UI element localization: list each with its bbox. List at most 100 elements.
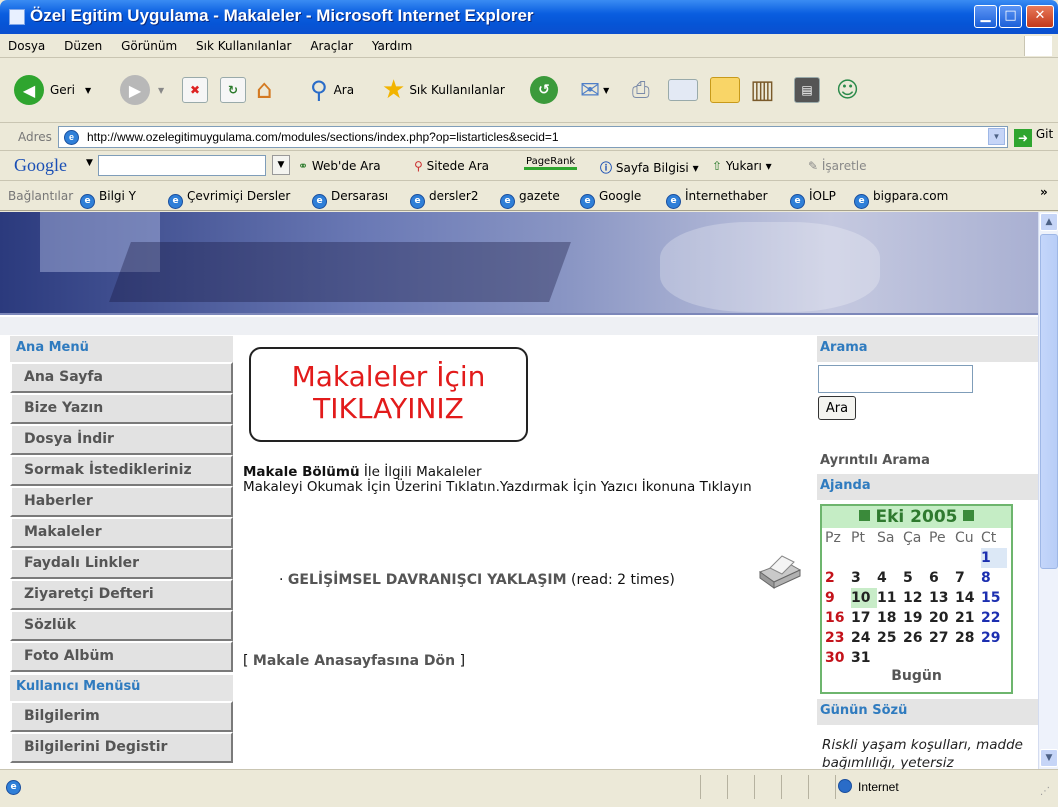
nav-sozluk[interactable]: Sözlük bbox=[10, 610, 233, 641]
calendar-day[interactable]: 20 bbox=[929, 608, 955, 628]
calendar-day[interactable]: 25 bbox=[877, 628, 903, 648]
menu-sik-kullanilanlar[interactable]: Sık Kullanılanlar bbox=[188, 34, 298, 53]
links-overflow-chevron-icon[interactable]: » bbox=[1040, 185, 1048, 199]
up-button[interactable]: ⇧ Yukarı ▾ bbox=[712, 159, 772, 173]
nav-haberler[interactable]: Haberler bbox=[10, 486, 233, 517]
favorites-button[interactable]: ★ Sık Kullanılanlar bbox=[382, 73, 505, 107]
calendar-day[interactable]: 12 bbox=[903, 588, 929, 608]
page-info-button[interactable]: ⓘ Sayfa Bilgisi ▾ bbox=[600, 159, 699, 176]
calendar-day[interactable]: 5 bbox=[903, 568, 929, 588]
calendar-day-today[interactable]: 10 bbox=[851, 588, 877, 608]
mail-button[interactable]: ✉ ▼ bbox=[580, 73, 609, 107]
close-button[interactable]: ✕ bbox=[1026, 5, 1054, 28]
search-web-button[interactable]: ⚭ Web'de Ara bbox=[298, 159, 381, 173]
site-search-button[interactable]: Ara bbox=[818, 396, 856, 420]
link-bigpara[interactable]: e bigpara.com bbox=[854, 189, 948, 209]
link-bilgi-y[interactable]: e Bilgi Y bbox=[80, 189, 136, 209]
calendar-day[interactable]: 28 bbox=[955, 628, 981, 648]
menu-yardim[interactable]: Yardım bbox=[364, 34, 419, 53]
link-internethaber[interactable]: e İnternethaber bbox=[666, 189, 768, 209]
stop-button[interactable]: ✖ bbox=[182, 73, 208, 107]
calendar-day[interactable]: 1 bbox=[981, 548, 1007, 568]
calendar-day[interactable]: 27 bbox=[929, 628, 955, 648]
link-iolp[interactable]: e İOLP bbox=[790, 189, 836, 209]
calendar-day[interactable]: 24 bbox=[851, 628, 877, 648]
google-search-input[interactable] bbox=[98, 155, 266, 176]
nav-foto-album[interactable]: Foto Albüm bbox=[10, 641, 233, 672]
back-button[interactable]: ◀ Geri ▼ bbox=[14, 73, 91, 107]
calendar-day[interactable]: 18 bbox=[877, 608, 903, 628]
calendar-day[interactable]: 23 bbox=[825, 628, 851, 648]
calendar-day[interactable]: 17 bbox=[851, 608, 877, 628]
link-google[interactable]: e Google bbox=[580, 189, 641, 209]
nav-dosya-indir[interactable]: Dosya İndir bbox=[10, 424, 233, 455]
go-button[interactable]: ➜ Git bbox=[1014, 127, 1053, 147]
nav-faydali-linkler[interactable]: Faydalı Linkler bbox=[10, 548, 233, 579]
scroll-thumb[interactable] bbox=[1040, 234, 1058, 569]
calendar-day[interactable]: 2 bbox=[825, 568, 851, 588]
nav-bilgilerim[interactable]: Bilgilerim bbox=[10, 701, 233, 732]
calendar-day[interactable]: 3 bbox=[851, 568, 877, 588]
nav-sormak-istedikleriniz[interactable]: Sormak İstedikleriniz bbox=[10, 455, 233, 486]
calendar-day[interactable]: 8 bbox=[981, 568, 1007, 588]
history-button[interactable]: ↺ bbox=[530, 73, 558, 107]
home-button[interactable]: ⌂ bbox=[256, 73, 273, 107]
refresh-button[interactable]: ↻ bbox=[220, 73, 246, 107]
calendar-day[interactable]: 14 bbox=[955, 588, 981, 608]
calendar-day[interactable]: 22 bbox=[981, 608, 1007, 628]
search-site-button[interactable]: ⚲ Sitede Ara bbox=[414, 159, 489, 173]
nav-ana-sayfa[interactable]: Ana Sayfa bbox=[10, 362, 233, 393]
calendar-day[interactable]: 31 bbox=[851, 648, 877, 668]
next-month-icon[interactable] bbox=[963, 510, 975, 521]
pagerank-indicator[interactable]: PageRank bbox=[524, 156, 578, 170]
today-button[interactable]: Bugün bbox=[822, 668, 1011, 684]
calendar-day[interactable]: 9 bbox=[825, 588, 851, 608]
google-logo[interactable]: Google bbox=[14, 155, 67, 176]
calendar-day[interactable]: 16 bbox=[825, 608, 851, 628]
google-menu-dropdown-icon[interactable]: ▼ bbox=[86, 158, 93, 168]
scroll-up-icon[interactable]: ▲ bbox=[1040, 213, 1058, 231]
printer-icon[interactable] bbox=[756, 554, 802, 590]
calendar-day[interactable]: 13 bbox=[929, 588, 955, 608]
nav-bize-yazin[interactable]: Bize Yazın bbox=[10, 393, 233, 424]
menu-dosya[interactable]: Dosya bbox=[0, 34, 52, 53]
nav-ziyaretci-defteri[interactable]: Ziyaretçi Defteri bbox=[10, 579, 233, 610]
link-gazete[interactable]: e gazete bbox=[500, 189, 560, 209]
back-to-articles-link[interactable]: Makale Anasayfasına Dön bbox=[253, 653, 455, 669]
nav-makaleler[interactable]: Makaleler bbox=[10, 517, 233, 548]
address-input[interactable]: e http://www.ozelegitimuygulama.com/modu… bbox=[58, 126, 1008, 148]
site-search-input[interactable] bbox=[818, 365, 973, 393]
minimize-button[interactable]: ▁ bbox=[974, 5, 997, 28]
link-dersler2[interactable]: e dersler2 bbox=[410, 189, 478, 209]
highlight-button[interactable]: ✎ İşaretle bbox=[808, 159, 867, 173]
makaleler-promo-link[interactable]: Makaleler İçin TIKLAYINIZ bbox=[249, 347, 528, 442]
nav-bilgilerini-degistir[interactable]: Bilgilerini Degistir bbox=[10, 732, 233, 763]
calendar-day[interactable]: 29 bbox=[981, 628, 1007, 648]
messenger-button[interactable]: ☺ bbox=[836, 73, 859, 107]
menu-gorunum[interactable]: Görünüm bbox=[113, 34, 184, 53]
discuss-button[interactable] bbox=[710, 73, 740, 107]
media-button[interactable]: ▤ bbox=[794, 73, 820, 107]
calendar-day[interactable]: 26 bbox=[903, 628, 929, 648]
calendar-day[interactable]: 4 bbox=[877, 568, 903, 588]
calendar-day[interactable]: 6 bbox=[929, 568, 955, 588]
menu-duzen[interactable]: Düzen bbox=[56, 34, 109, 53]
calendar-day[interactable]: 7 bbox=[955, 568, 981, 588]
resize-grip-icon[interactable]: ⋰ bbox=[1040, 786, 1050, 797]
link-cevrimici-dersler[interactable]: e Çevrimiçi Dersler bbox=[168, 189, 290, 209]
forward-button[interactable]: ▶ ▼ bbox=[120, 73, 164, 107]
address-dropdown-icon[interactable]: ▼ bbox=[988, 128, 1005, 145]
calendar-day[interactable]: 30 bbox=[825, 648, 851, 668]
google-history-dropdown-icon[interactable]: ▼ bbox=[272, 155, 290, 175]
search-button[interactable]: ⚲ Ara bbox=[310, 73, 354, 107]
maximize-button[interactable]: □ bbox=[999, 5, 1022, 28]
calendar-day[interactable]: 15 bbox=[981, 588, 1007, 608]
print-button[interactable]: ⎙ bbox=[632, 73, 650, 107]
vertical-scrollbar[interactable]: ▲ ▼ bbox=[1038, 212, 1058, 769]
calendar-day[interactable]: 19 bbox=[903, 608, 929, 628]
edit-button[interactable] bbox=[668, 73, 698, 107]
prev-month-icon[interactable] bbox=[858, 510, 870, 521]
link-dersarasi[interactable]: e Dersarası bbox=[312, 189, 388, 209]
calendar-day[interactable]: 11 bbox=[877, 588, 903, 608]
advanced-search-link[interactable]: Ayrıntılı Arama bbox=[820, 453, 930, 468]
